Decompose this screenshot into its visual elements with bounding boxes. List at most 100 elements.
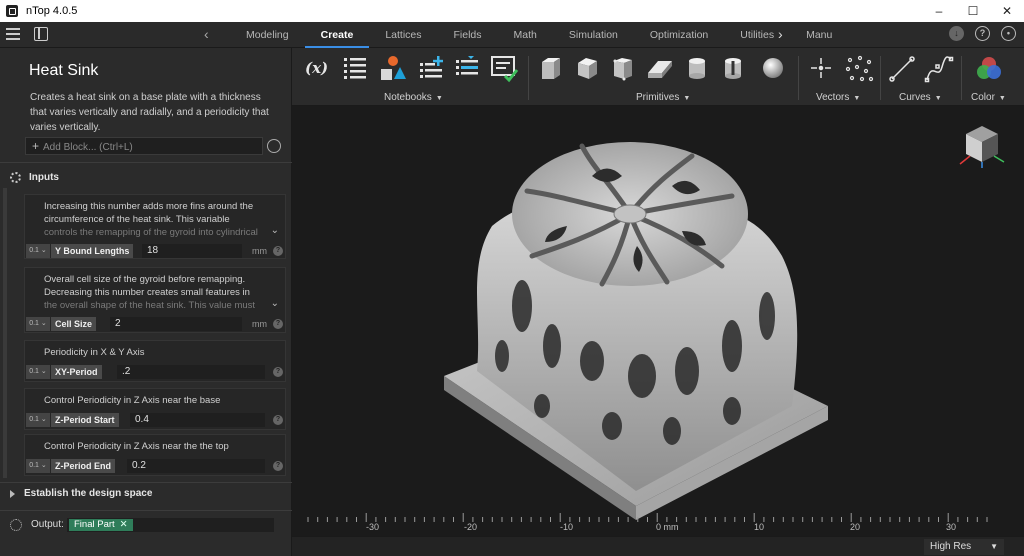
type-selector[interactable]: 0.1 ⌄	[26, 365, 50, 379]
param-value-input[interactable]: .2	[117, 365, 265, 379]
tab-simulation[interactable]: Simulation	[553, 22, 634, 48]
spline-icon[interactable]	[924, 55, 954, 83]
block-description: Increasing this number adds more fins ar…	[44, 201, 258, 238]
help-icon[interactable]: ?	[975, 26, 990, 41]
type-selector[interactable]: 0.1 ⌄	[26, 413, 50, 427]
param-name: Z-Period Start	[51, 413, 119, 427]
status-bar: High Res ▼	[292, 536, 1024, 556]
ruler-label: 20	[850, 522, 861, 532]
gear-icon	[10, 171, 21, 183]
notebook-description: Creates a heat sink on a base plate with…	[30, 92, 269, 133]
help-icon[interactable]: ?	[273, 319, 283, 329]
point-cloud-icon[interactable]	[844, 55, 874, 82]
tabs-scroll-left-icon[interactable]: ‹	[204, 26, 209, 42]
tab-fields[interactable]: Fields	[438, 22, 498, 48]
param-value-input[interactable]: 2	[110, 317, 242, 331]
resolution-select[interactable]: High Res ▼	[924, 539, 1004, 555]
help-icon[interactable]: ?	[273, 461, 283, 471]
prism-icon[interactable]	[646, 55, 672, 81]
tab-optimization[interactable]: Optimization	[634, 22, 724, 48]
hollow-cylinder-icon[interactable]	[720, 55, 746, 81]
divider	[880, 56, 881, 100]
panel-scrollbar[interactable]	[3, 188, 7, 478]
variable-icon[interactable]: (x)	[304, 55, 330, 81]
param-row: 0.1 ⌄ Z-Period End 0.2 ?	[25, 458, 287, 474]
ruler-label: -10	[560, 522, 574, 532]
tab-create[interactable]: Create	[304, 22, 370, 48]
divider	[0, 510, 292, 511]
param-value-input[interactable]: 0.4	[130, 413, 265, 427]
param-value-input[interactable]: 18	[142, 244, 242, 258]
type-selector[interactable]: 0.1 ⌄	[26, 244, 50, 258]
expand-chevron-icon[interactable]: ⌄	[271, 298, 279, 309]
remove-output-icon[interactable]: ✕	[120, 519, 128, 530]
add-block-placeholder: Add Block... (Ctrl+L)	[43, 142, 133, 153]
expand-caret-icon	[10, 489, 15, 498]
tabs-scroll-right-icon[interactable]: ›	[778, 26, 783, 42]
plus-icon: +	[32, 139, 40, 153]
account-icon[interactable]: •	[1001, 26, 1016, 41]
tab-manufacturing[interactable]: Manu	[790, 22, 836, 48]
tab-math[interactable]: Math	[498, 22, 553, 48]
help-icon[interactable]: ?	[273, 415, 283, 425]
output-chip[interactable]: Final Part ✕	[69, 519, 133, 531]
window-title: nTop 4.0.5	[26, 5, 78, 17]
primitives-group-dropdown[interactable]: Primitives ▼	[636, 92, 690, 103]
cylinder-icon[interactable]	[684, 55, 710, 81]
3d-viewport[interactable]	[292, 106, 1024, 536]
divider	[798, 56, 799, 100]
sphere-icon[interactable]	[760, 55, 786, 81]
design-space-label: Establish the design space	[24, 488, 153, 499]
vectors-group-dropdown[interactable]: Vectors ▼	[816, 92, 860, 103]
output-row: Output: Final Part ✕	[0, 514, 292, 536]
expand-chevron-icon[interactable]: ⌄	[271, 225, 279, 236]
color-icon[interactable]	[974, 55, 1004, 81]
line-icon[interactable]	[888, 55, 916, 82]
maximize-button[interactable]: ☐	[956, 0, 990, 22]
add-list-icon[interactable]	[418, 55, 444, 81]
divider	[528, 56, 529, 100]
add-block-input[interactable]: + Add Block... (Ctrl+L)	[25, 137, 263, 155]
divider	[961, 56, 962, 100]
tab-lattices[interactable]: Lattices	[369, 22, 437, 48]
param-name: Z-Period End	[51, 459, 115, 473]
design-space-section-header[interactable]: Establish the design space	[10, 488, 152, 499]
close-button[interactable]: ✕	[990, 0, 1024, 22]
download-icon[interactable]: ↓	[949, 26, 964, 41]
output-label: Output:	[31, 519, 64, 530]
cube-icon[interactable]	[574, 55, 600, 81]
window-controls: – ☐ ✕	[922, 0, 1024, 22]
refresh-icon[interactable]	[267, 139, 281, 153]
wedge-box-icon[interactable]	[610, 55, 636, 81]
box-icon[interactable]	[538, 55, 564, 81]
param-value-input[interactable]: 0.2	[127, 459, 265, 473]
view-cube-icon[interactable]	[959, 126, 1005, 168]
point-icon[interactable]	[808, 55, 834, 81]
param-unit: mm	[252, 319, 267, 329]
output-field[interactable]: Final Part ✕	[67, 518, 274, 532]
help-icon[interactable]: ?	[273, 367, 283, 377]
notebooks-group-dropdown[interactable]: Notebooks ▼	[384, 92, 443, 103]
inputs-section-header[interactable]: Inputs	[10, 169, 59, 185]
sort-list-icon[interactable]	[454, 55, 480, 81]
check-notebook-icon[interactable]	[490, 55, 520, 83]
minimize-button[interactable]: –	[922, 0, 956, 22]
type-selector[interactable]: 0.1 ⌄	[26, 317, 50, 331]
input-block-cell-size: Overall cell size of the gyroid before r…	[24, 267, 286, 333]
ruler-label: -30	[366, 522, 380, 532]
help-icon[interactable]: ?	[273, 246, 283, 256]
list-icon[interactable]	[342, 55, 368, 81]
shapes-icon[interactable]	[378, 55, 408, 81]
tab-modeling[interactable]: Modeling	[230, 22, 305, 48]
notebook-title: Heat Sink	[29, 62, 99, 79]
type-selector[interactable]: 0.1 ⌄	[26, 459, 50, 473]
notebook-panel: Heat Sink Creates a heat sink on a base …	[0, 48, 292, 556]
scale-ruler: -30 -20 -10 0 mm 10 20 30	[292, 512, 1024, 536]
block-description: Periodicity in X & Y Axis	[44, 347, 145, 358]
input-block-y-bound-lengths: Increasing this number adds more fins ar…	[24, 194, 286, 259]
toggle-panel-icon[interactable]	[34, 27, 48, 41]
color-group-dropdown[interactable]: Color ▼	[971, 92, 1006, 103]
param-name: Cell Size	[51, 317, 97, 331]
menu-icon[interactable]	[6, 28, 20, 40]
curves-group-dropdown[interactable]: Curves ▼	[899, 92, 942, 103]
